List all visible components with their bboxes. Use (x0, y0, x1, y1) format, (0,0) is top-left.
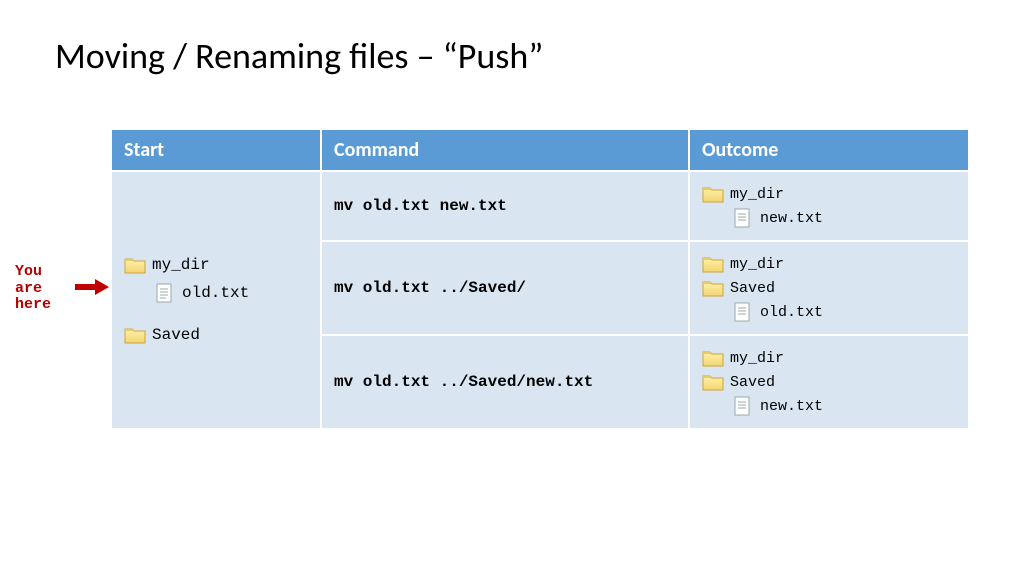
col-header-start: Start (111, 129, 321, 171)
file-icon (732, 302, 754, 322)
arrow-right-icon (75, 279, 109, 295)
you-are-here-label: You are here (15, 264, 51, 314)
outcome-cell: my_dir Saved old.txt (689, 241, 969, 335)
folder-icon (702, 254, 724, 274)
folder-icon (702, 348, 724, 368)
file-icon (732, 208, 754, 228)
file-label: old.txt (182, 284, 249, 302)
file-icon (732, 396, 754, 416)
folder-icon (124, 325, 146, 345)
start-tree: my_dir old.txt Saved (124, 251, 308, 349)
command-cell: mv old.txt ../Saved/new.txt (321, 335, 689, 429)
outcome-cell: my_dir Saved new.txt (689, 335, 969, 429)
command-cell: mv old.txt ../Saved/ (321, 241, 689, 335)
mv-examples-table: Start Command Outcome my_dir old.txt Sav… (110, 128, 968, 430)
folder-icon (124, 255, 146, 275)
file-icon (154, 283, 176, 303)
folder-icon (702, 184, 724, 204)
folder-icon (702, 372, 724, 392)
folder-label: my_dir (152, 256, 210, 274)
outcome-cell: my_dir new.txt (689, 171, 969, 241)
table-row: my_dir old.txt Saved mv old.txt new.txt … (111, 171, 969, 241)
folder-label: Saved (152, 326, 200, 344)
folder-icon (702, 278, 724, 298)
slide-title: Moving / Renaming files – “Push” (55, 34, 543, 78)
col-header-command: Command (321, 129, 689, 171)
command-cell: mv old.txt new.txt (321, 171, 689, 241)
col-header-outcome: Outcome (689, 129, 969, 171)
